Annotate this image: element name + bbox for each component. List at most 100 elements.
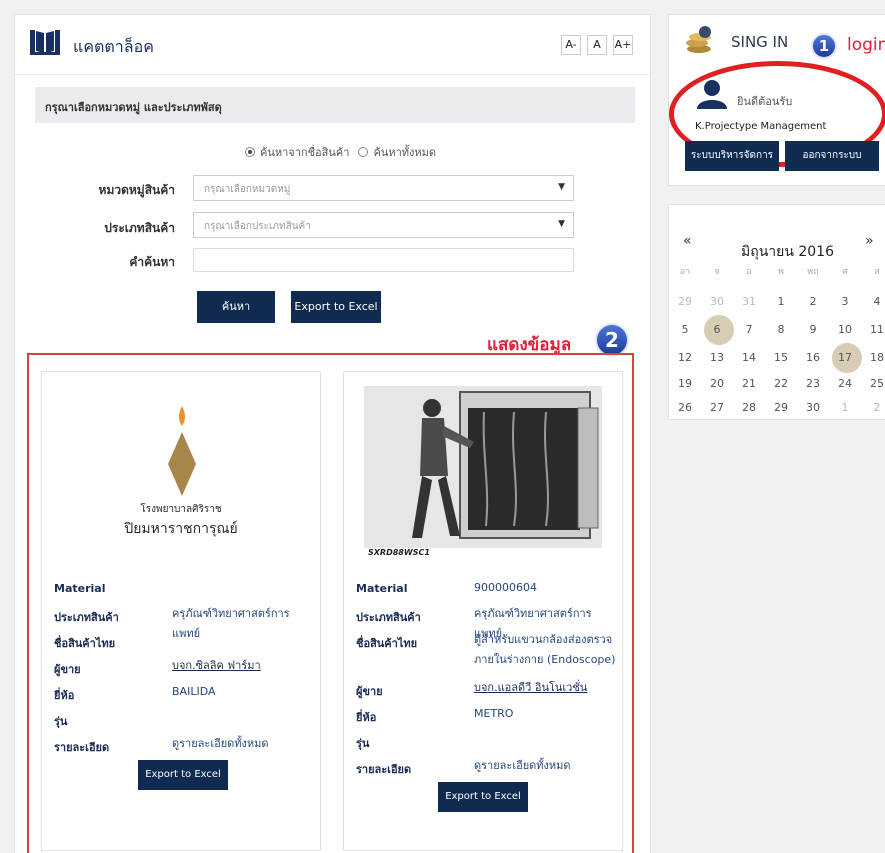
calendar-day[interactable]: 8: [765, 319, 797, 341]
brand-label: ยี่ห้อ: [356, 711, 377, 724]
calendar-day[interactable]: 27: [701, 397, 733, 419]
model-label: รุ่น: [54, 715, 68, 728]
calendar-day[interactable]: 31: [733, 291, 765, 313]
hospital-logo-text-1: โรงพยาบาลศิริราช: [140, 504, 222, 515]
search-mode-radio-group: ค้นหาจากชื่อสินค้า ค้นหาทั้งหมด: [245, 143, 436, 161]
vendor-label: ผู้ขาย: [356, 685, 383, 698]
weekday-label: ศ: [842, 267, 848, 277]
brand-value: BAILIDA: [172, 685, 216, 698]
calendar-prev-icon[interactable]: «: [683, 233, 692, 249]
calendar-day[interactable]: 22: [765, 373, 797, 395]
admin-system-button[interactable]: ระบบบริหารจัดการ: [685, 141, 779, 171]
material-label: Material: [54, 582, 106, 595]
calendar-day[interactable]: 5: [669, 319, 701, 341]
category-select[interactable]: กรุณาเลือกหมวดหมู่ ▼: [193, 175, 574, 201]
product-type-label: ประเภทสินค้า: [54, 611, 119, 624]
calendar-day[interactable]: 29: [669, 291, 701, 313]
calendar-week-row: 12 13 14 15 16 17 18: [669, 343, 885, 373]
filter-section-bar: กรุณาเลือกหมวดหมู่ และประเภทพัสดุ: [35, 87, 635, 123]
search-button[interactable]: ค้นหา: [197, 291, 275, 323]
calendar-day[interactable]: 7: [733, 319, 765, 341]
calendar-day[interactable]: 25: [861, 373, 885, 395]
calendar-day[interactable]: 11: [861, 319, 885, 341]
weekday-label: พฤ: [807, 267, 819, 277]
chevron-down-icon: ▼: [558, 219, 565, 229]
calendar-day[interactable]: 23: [797, 373, 829, 395]
details-link[interactable]: ดูรายละเอียดทั้งหมด: [474, 756, 619, 776]
thai-name-label: ชื่อสินค้าไทย: [356, 637, 418, 650]
catalog-header: แคตตาล็อค A- A A+: [15, 15, 650, 75]
results-frame: โรงพยาบาลศิริราช ปิยมหาราชการุณย์ Materi…: [27, 353, 634, 853]
filter-section-title: กรุณาเลือกหมวดหมู่ และประเภทพัสดุ: [45, 101, 222, 114]
calendar-day[interactable]: 4: [861, 291, 885, 313]
vendor-label: ผู้ขาย: [54, 663, 81, 676]
card-export-excel-button[interactable]: Export to Excel: [138, 760, 228, 790]
keyword-input[interactable]: [193, 248, 574, 272]
calendar-day[interactable]: 15: [765, 347, 797, 369]
hospital-logo: [168, 406, 196, 496]
details-label: รายละเอียด: [54, 741, 110, 754]
calendar-week-row: 26 27 28 29 30 1 2: [669, 397, 885, 419]
signin-panel: SING IN 1 login ยินดีต้อนรับ K.Projectyp…: [668, 14, 885, 186]
thai-name-label: ชื่อสินค้าไทย: [54, 637, 116, 650]
calendar-day[interactable]: 21: [733, 373, 765, 395]
search-by-name-label: ค้นหาจากชื่อสินค้า: [260, 146, 350, 159]
calendar-week-row: 19 20 21 22 23 24 25: [669, 373, 885, 395]
calendar-day[interactable]: 12: [669, 347, 701, 369]
product-image-caption: SXRD88WSC1: [368, 548, 430, 557]
calendar-month-title: มิถุนายน 2016: [741, 244, 834, 260]
calendar-day[interactable]: 1: [829, 397, 861, 419]
calendar-next-icon[interactable]: »: [865, 233, 874, 249]
weekday-label: อา: [679, 267, 691, 277]
calendar-day[interactable]: 28: [733, 397, 765, 419]
calendar-day[interactable]: 13: [701, 347, 733, 369]
product-type-select[interactable]: กรุณาเลือกประเภทสินค้า ▼: [193, 212, 574, 238]
catalog-title: แคตตาล็อค: [73, 37, 154, 56]
vendor-link[interactable]: บจก.ซิลลิค ฟาร์มา: [172, 656, 317, 676]
weekday-label: อ: [746, 267, 752, 277]
calendar-day[interactable]: 2: [797, 291, 829, 313]
calendar-day[interactable]: 9: [797, 319, 829, 341]
calendar-day[interactable]: 16: [797, 347, 829, 369]
calendar-day[interactable]: 1: [765, 291, 797, 313]
calendar-day[interactable]: 3: [829, 291, 861, 313]
font-increase-button[interactable]: A+: [613, 35, 633, 55]
product-type-value: ครุภัณฑ์วิทยาศาสตร์การแพทย์: [172, 607, 290, 640]
search-all-label: ค้นหาทั้งหมด: [373, 146, 437, 159]
weekday-label: พ: [778, 267, 784, 277]
vendor-link[interactable]: บจก.แอลดีวี อินโนเวชั่น: [474, 678, 619, 698]
hospital-logo-text-2: ปิยมหาราชการุณย์: [124, 521, 238, 537]
endoscope-cabinet-image: [364, 386, 602, 548]
search-by-name-radio[interactable]: [245, 147, 255, 157]
product-card: SXRD88WSC1 Material 900000604 ประเภทสินค…: [343, 371, 623, 851]
category-placeholder: กรุณาเลือกหมวดหมู่: [204, 184, 291, 195]
calendar-day[interactable]: 14: [733, 347, 765, 369]
card-export-excel-button[interactable]: Export to Excel: [438, 782, 528, 812]
calendar-day-highlighted[interactable]: 6: [701, 315, 734, 345]
calendar-weekdays: อา จ อ พ พฤ ศ ส: [669, 261, 885, 283]
book-icon: [30, 30, 60, 55]
calendar-day[interactable]: 29: [765, 397, 797, 419]
category-label: หมวดหมู่สินค้า: [98, 183, 175, 197]
material-value: 900000604: [474, 581, 537, 594]
calendar-day[interactable]: 2: [861, 397, 885, 419]
calendar-day[interactable]: 30: [797, 397, 829, 419]
calendar-day[interactable]: 24: [829, 373, 861, 395]
search-all-radio[interactable]: [358, 147, 369, 157]
details-link[interactable]: ดูรายละเอียดทั้งหมด: [172, 734, 317, 754]
calendar-day-highlighted[interactable]: 17: [829, 343, 862, 373]
calendar-day[interactable]: 26: [669, 397, 701, 419]
login-annotation: login: [847, 35, 885, 55]
calendar-day[interactable]: 18: [861, 347, 885, 369]
calendar-day[interactable]: 10: [829, 319, 861, 341]
font-normal-button[interactable]: A: [587, 35, 607, 55]
font-decrease-button[interactable]: A-: [561, 35, 581, 55]
details-label: รายละเอียด: [356, 763, 412, 776]
calendar-day[interactable]: 30: [701, 291, 733, 313]
calendar-day[interactable]: 20: [701, 373, 733, 395]
weekday-label: จ: [714, 267, 720, 277]
export-excel-button[interactable]: Export to Excel: [291, 291, 381, 323]
logout-button[interactable]: ออกจากระบบ: [785, 141, 879, 171]
calendar-day[interactable]: 19: [669, 373, 701, 395]
product-type-placeholder: กรุณาเลือกประเภทสินค้า: [204, 221, 311, 232]
